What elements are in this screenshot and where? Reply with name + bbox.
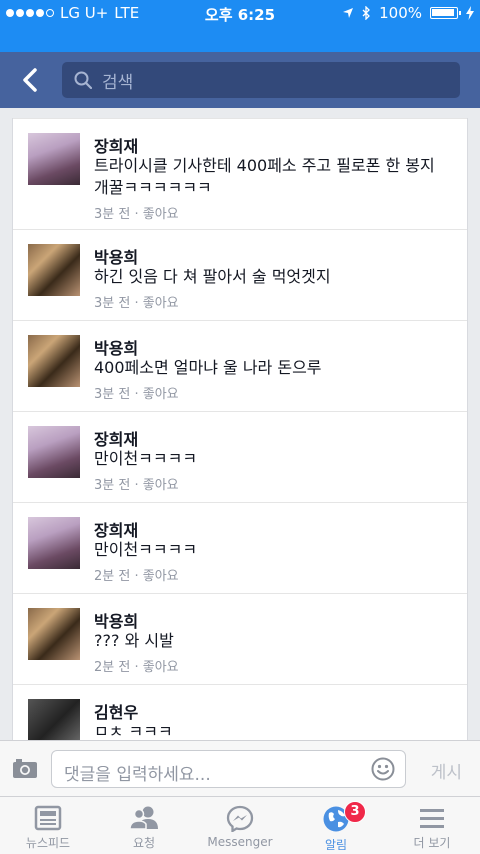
post-button[interactable]: 게시 xyxy=(431,758,462,783)
comment-time: 2분 전 xyxy=(94,660,131,675)
like-link[interactable]: 좋아요 xyxy=(143,296,179,311)
comment-composer: 댓글을 입력하세요... 게시 xyxy=(0,740,480,796)
search-placeholder: 검색 xyxy=(102,72,134,93)
search-icon xyxy=(74,71,92,89)
comment-item: 김현우 ㅁㅊ ㅋㅋㅋ xyxy=(13,685,467,740)
comment-meta: 3분 전 · 좋아요 xyxy=(94,387,179,402)
comment-item: 박용희 ??? 와 시발 2분 전 · 좋아요 xyxy=(13,594,467,685)
like-link[interactable]: 좋아요 xyxy=(143,478,179,493)
status-bar-extension xyxy=(0,26,480,52)
comment-time: 3분 전 xyxy=(94,478,131,493)
avatar[interactable] xyxy=(28,133,80,185)
tab-label: 더 보기 xyxy=(413,836,451,850)
comment-meta: 3분 전 · 좋아요 xyxy=(94,296,179,311)
status-bar: LG U+ LTE 오후 6:25 100% xyxy=(0,0,480,26)
comment-meta: 2분 전 · 좋아요 xyxy=(94,569,179,584)
comment-time: 3분 전 xyxy=(94,207,131,222)
comment-input[interactable]: 댓글을 입력하세요... xyxy=(51,750,406,788)
tab-label: 뉴스피드 xyxy=(25,836,71,850)
notification-badge: 3 xyxy=(344,801,366,823)
chevron-left-icon xyxy=(23,68,37,92)
commenter-name[interactable]: 박용희 xyxy=(94,608,138,632)
tab-messenger[interactable]: Messenger xyxy=(192,797,288,854)
like-link[interactable]: 좋아요 xyxy=(143,569,179,584)
comment-text: ??? 와 시발 xyxy=(94,631,174,650)
battery-percent: 100% xyxy=(379,4,422,22)
comment-text: 만이천ㅋㅋㅋㅋ xyxy=(94,449,198,468)
charging-icon xyxy=(466,6,474,20)
tab-requests[interactable]: 요청 xyxy=(96,797,192,854)
comment-time: 3분 전 xyxy=(94,387,131,402)
comment-item: 장희재 만이천ㅋㅋㅋㅋ 3분 전 · 좋아요 xyxy=(13,412,467,503)
back-button[interactable] xyxy=(12,62,48,98)
tab-label: 요청 xyxy=(132,836,156,850)
avatar[interactable] xyxy=(28,608,80,660)
menu-icon xyxy=(420,809,444,828)
tab-label: 알림 xyxy=(324,838,348,852)
header: 검색 xyxy=(0,52,480,108)
like-link[interactable]: 좋아요 xyxy=(143,660,179,675)
commenter-name[interactable]: 박용희 xyxy=(94,244,138,268)
avatar[interactable] xyxy=(28,426,80,478)
comments-area[interactable]: 장희재 트라이시클 기사한테 400페소 주고 필로폰 한 봉지 개꿀ㅋㅋㅋㅋㅋ… xyxy=(0,108,480,740)
comment-meta: 3분 전 · 좋아요 xyxy=(94,207,179,222)
commenter-name[interactable]: 장희재 xyxy=(94,517,138,541)
like-link[interactable]: 좋아요 xyxy=(143,387,179,402)
avatar[interactable] xyxy=(28,244,80,296)
commenter-name[interactable]: 박용희 xyxy=(94,335,138,359)
comment-meta: 3분 전 · 좋아요 xyxy=(94,478,179,493)
comment-item: 박용희 400페소면 얼마냐 울 나라 돈으루 3분 전 · 좋아요 xyxy=(13,321,467,412)
comment-item: 장희재 트라이시클 기사한테 400페소 주고 필로폰 한 봉지 개꿀ㅋㅋㅋㅋㅋ… xyxy=(13,118,467,230)
tab-label: Messenger xyxy=(207,835,273,849)
comment-item: 장희재 만이천ㅋㅋㅋㅋ 2분 전 · 좋아요 xyxy=(13,503,467,594)
location-arrow-icon xyxy=(343,8,354,18)
tab-notifications[interactable]: 3 알림 xyxy=(288,797,384,854)
bluetooth-icon xyxy=(362,6,371,20)
comment-text: 만이천ㅋㅋㅋㅋ xyxy=(94,540,198,559)
status-right: 100% xyxy=(342,4,474,22)
tab-more[interactable]: 더 보기 xyxy=(384,797,480,854)
avatar[interactable] xyxy=(28,517,80,569)
comment-text: ㅁㅊ ㅋㅋㅋ xyxy=(94,722,173,740)
comment-meta: 2분 전 · 좋아요 xyxy=(94,660,179,675)
comment-text: 트라이시클 기사한테 400페소 주고 필로폰 한 봉지 개꿀ㅋㅋㅋㅋㅋㅋ xyxy=(94,156,435,197)
camera-icon xyxy=(13,759,37,778)
commenter-name[interactable]: 장희재 xyxy=(94,426,138,450)
camera-button[interactable] xyxy=(12,757,38,783)
sticker-icon[interactable] xyxy=(371,757,395,781)
friend-requests-icon xyxy=(129,806,158,830)
commenter-name[interactable]: 김현우 xyxy=(94,699,138,723)
comment-text: 400페소면 얼마냐 울 나라 돈으루 xyxy=(94,358,322,377)
tab-newsfeed[interactable]: 뉴스피드 xyxy=(0,797,96,854)
avatar[interactable] xyxy=(28,335,80,387)
comment-item: 박용희 하긴 잇음 다 쳐 팔아서 술 먹엇겟지 3분 전 · 좋아요 xyxy=(13,230,467,321)
avatar[interactable] xyxy=(28,699,80,740)
newsfeed-icon xyxy=(34,805,62,831)
battery-icon xyxy=(430,7,461,19)
comment-text: 하긴 잇음 다 쳐 팔아서 술 먹엇겟지 xyxy=(94,267,331,286)
comment-time: 2분 전 xyxy=(94,569,131,584)
tab-bar: 뉴스피드 요청 Messenger 3 알림 더 보기 xyxy=(0,796,480,854)
commenter-name[interactable]: 장희재 xyxy=(94,133,138,157)
messenger-icon xyxy=(226,805,254,832)
like-link[interactable]: 좋아요 xyxy=(143,207,179,222)
search-input[interactable]: 검색 xyxy=(62,62,460,98)
comment-time: 3분 전 xyxy=(94,296,131,311)
comment-placeholder: 댓글을 입력하세요... xyxy=(64,765,211,785)
comment-list: 장희재 트라이시클 기사한테 400페소 주고 필로폰 한 봉지 개꿀ㅋㅋㅋㅋㅋ… xyxy=(12,118,468,740)
